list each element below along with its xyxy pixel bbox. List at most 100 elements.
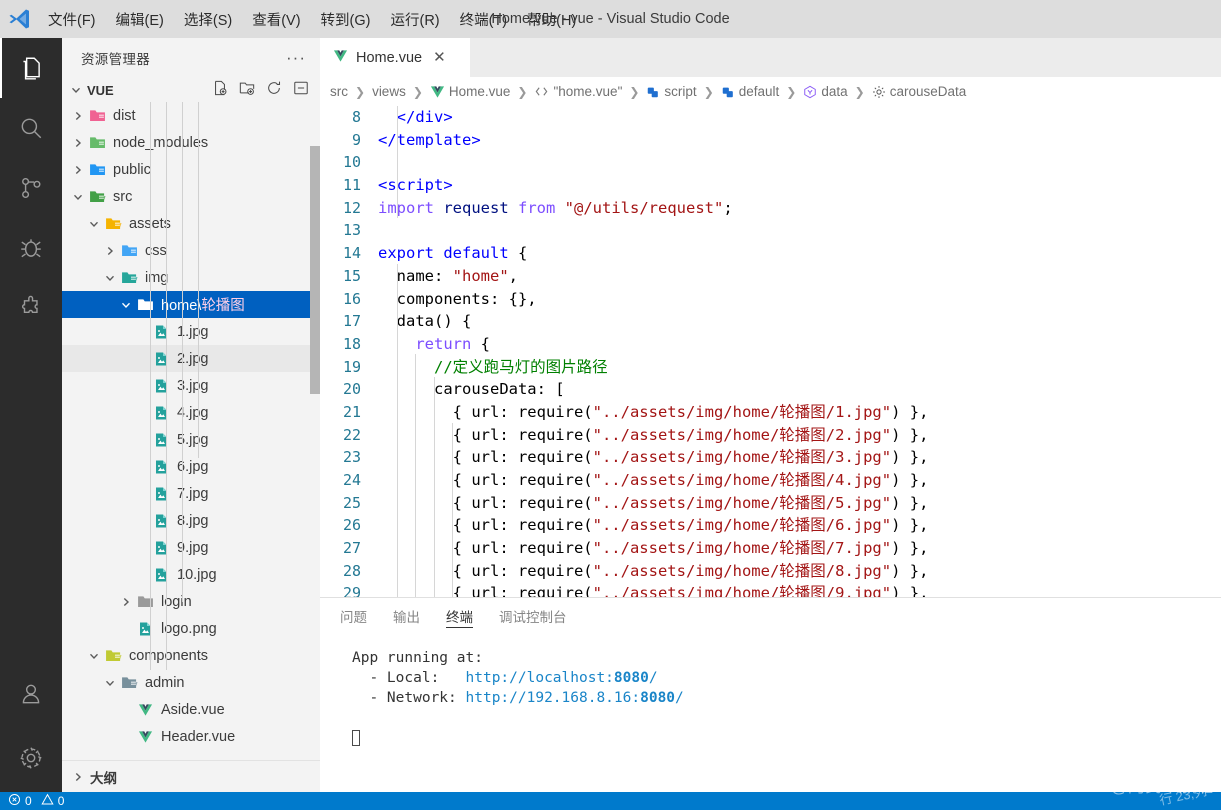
- chevron-right-icon[interactable]: [70, 129, 86, 156]
- tree-item[interactable]: node_modules: [62, 129, 320, 156]
- breadcrumb-item[interactable]: "home.vue": [534, 84, 622, 99]
- terminal-network-port[interactable]: 8080: [640, 690, 675, 706]
- tree-item[interactable]: 8.jpg: [62, 507, 320, 534]
- panel-tab-problems[interactable]: 问题: [340, 598, 367, 634]
- chevron-right-icon[interactable]: [70, 156, 86, 183]
- breadcrumb-item[interactable]: data: [803, 84, 848, 99]
- menu-help[interactable]: 帮助(H): [517, 0, 586, 38]
- breadcrumb-item[interactable]: Home.vue: [430, 84, 510, 99]
- code-line[interactable]: 12 import request from "@/utils/request";: [320, 197, 1221, 220]
- code-line[interactable]: 13: [320, 219, 1221, 242]
- terminal-output[interactable]: App running at: - Local: http://localhos…: [320, 634, 1221, 748]
- code-line[interactable]: 17 data() {: [320, 310, 1221, 333]
- chevron-down-icon[interactable]: [118, 291, 134, 318]
- code-line[interactable]: 8 </div>: [320, 106, 1221, 129]
- breadcrumb-item[interactable]: src: [330, 84, 348, 99]
- code-line[interactable]: 25 { url: require("../assets/img/home/轮播…: [320, 492, 1221, 515]
- code-line[interactable]: 20 carouseData: [: [320, 378, 1221, 401]
- code-line[interactable]: 9 </template>: [320, 129, 1221, 152]
- activity-source-control-icon[interactable]: [0, 158, 62, 218]
- file-tree[interactable]: dist node_modulespublic src assets css img hom…: [62, 102, 320, 750]
- code-line[interactable]: 24 { url: require("../assets/img/home/轮播…: [320, 469, 1221, 492]
- tree-item[interactable]: 10.jpg: [62, 561, 320, 588]
- terminal-local-port[interactable]: 8080: [614, 670, 649, 686]
- panel-tab-terminal[interactable]: 终端: [446, 598, 473, 634]
- explorer-root-row[interactable]: VUE: [62, 78, 320, 102]
- breadcrumb[interactable]: src ❯ views ❯ Home.vue ❯ "home.vue" ❯ script ❯ def…: [320, 77, 1221, 106]
- code-line[interactable]: 19 //定义跑马灯的图片路径: [320, 356, 1221, 379]
- tree-item[interactable]: 6.jpg: [62, 453, 320, 480]
- tree-item[interactable]: img: [62, 264, 320, 291]
- tree-item[interactable]: login: [62, 588, 320, 615]
- tree-item[interactable]: public: [62, 156, 320, 183]
- chevron-right-icon[interactable]: [118, 588, 134, 615]
- chevron-down-icon[interactable]: [70, 183, 86, 210]
- activity-run-debug-icon[interactable]: [0, 218, 62, 278]
- tree-item[interactable]: components: [62, 642, 320, 669]
- refresh-icon[interactable]: [266, 80, 282, 101]
- chevron-down-icon[interactable]: [102, 264, 118, 291]
- tree-item[interactable]: src: [62, 183, 320, 210]
- terminal-local-url[interactable]: http://localhost:: [466, 670, 614, 686]
- breadcrumb-item[interactable]: views: [372, 84, 406, 99]
- breadcrumb-item[interactable]: carouseData: [872, 84, 966, 99]
- code-line[interactable]: 26 { url: require("../assets/img/home/轮播…: [320, 514, 1221, 537]
- tree-item[interactable]: dist: [62, 102, 320, 129]
- tree-item[interactable]: logo.png: [62, 615, 320, 642]
- code-line[interactable]: 16 components: {},: [320, 288, 1221, 311]
- tree-item-selected[interactable]: home\轮播图: [62, 291, 320, 318]
- tab-home-vue[interactable]: Home.vue ✕: [320, 38, 470, 77]
- status-problems[interactable]: 0 0: [8, 793, 64, 809]
- tree-item[interactable]: 7.jpg: [62, 480, 320, 507]
- tree-item[interactable]: Aside.vue: [62, 696, 320, 723]
- breadcrumb-item[interactable]: script: [646, 84, 697, 99]
- menu-terminal[interactable]: 终端(T): [450, 0, 518, 38]
- close-icon[interactable]: ✕: [430, 50, 449, 65]
- menu-view[interactable]: 查看(V): [242, 0, 310, 38]
- tree-item[interactable]: 3.jpg: [62, 372, 320, 399]
- code-line[interactable]: 27 { url: require("../assets/img/home/轮播…: [320, 537, 1221, 560]
- breadcrumb-item[interactable]: default: [721, 84, 779, 99]
- menu-file[interactable]: 文件(F): [38, 0, 106, 38]
- menu-edit[interactable]: 编辑(E): [106, 0, 174, 38]
- menu-go[interactable]: 转到(G): [311, 0, 381, 38]
- code-line[interactable]: 29 { url: require("../assets/img/home/轮播…: [320, 582, 1221, 597]
- code-line[interactable]: 23 { url: require("../assets/img/home/轮播…: [320, 446, 1221, 469]
- account-icon[interactable]: [0, 664, 62, 724]
- menu-bar[interactable]: 文件(F) 编辑(E) 选择(S) 查看(V) 转到(G) 运行(R) 终端(T…: [38, 0, 586, 38]
- collapse-all-icon[interactable]: [293, 80, 309, 101]
- chevron-right-icon[interactable]: [70, 763, 86, 790]
- menu-run[interactable]: 运行(R): [380, 0, 449, 38]
- code-editor[interactable]: 8 </div> 9 </template> 10 11 <script> 12 import…: [320, 106, 1221, 597]
- code-line[interactable]: 14 export default {: [320, 242, 1221, 265]
- tree-item[interactable]: css: [62, 237, 320, 264]
- tree-item[interactable]: 4.jpg: [62, 399, 320, 426]
- chevron-down-icon[interactable]: [86, 210, 102, 237]
- code-line[interactable]: 22 { url: require("../assets/img/home/轮播…: [320, 424, 1221, 447]
- tree-item[interactable]: 1.jpg: [62, 318, 320, 345]
- chevron-down-icon[interactable]: [86, 642, 102, 669]
- code-line[interactable]: 21 { url: require("../assets/img/home/轮播…: [320, 401, 1221, 424]
- panel-tab-output[interactable]: 输出: [393, 598, 420, 634]
- chevron-right-icon[interactable]: [70, 102, 86, 129]
- explorer-more-actions-icon[interactable]: ···: [286, 49, 306, 66]
- tree-item[interactable]: admin: [62, 669, 320, 696]
- code-line[interactable]: 11 <script>: [320, 174, 1221, 197]
- terminal-network-url-tail[interactable]: /: [675, 690, 684, 706]
- tree-item[interactable]: 5.jpg: [62, 426, 320, 453]
- activity-explorer-icon[interactable]: [0, 38, 62, 98]
- new-folder-icon[interactable]: [239, 80, 255, 101]
- chevron-down-icon[interactable]: [68, 77, 84, 104]
- code-line[interactable]: 28 { url: require("../assets/img/home/轮播…: [320, 560, 1221, 583]
- chevron-down-icon[interactable]: [102, 669, 118, 696]
- menu-selection[interactable]: 选择(S): [174, 0, 242, 38]
- code-line[interactable]: 10: [320, 151, 1221, 174]
- tree-item[interactable]: 9.jpg: [62, 534, 320, 561]
- activity-extensions-icon[interactable]: [0, 278, 62, 338]
- terminal-network-url[interactable]: http://192.168.8.16:: [466, 690, 641, 706]
- new-file-icon[interactable]: [212, 80, 228, 101]
- code-line[interactable]: 15 name: "home",: [320, 265, 1221, 288]
- outline-section-header[interactable]: 大纲: [62, 760, 320, 792]
- tree-item[interactable]: Header.vue: [62, 723, 320, 750]
- terminal-local-url-tail[interactable]: /: [649, 670, 658, 686]
